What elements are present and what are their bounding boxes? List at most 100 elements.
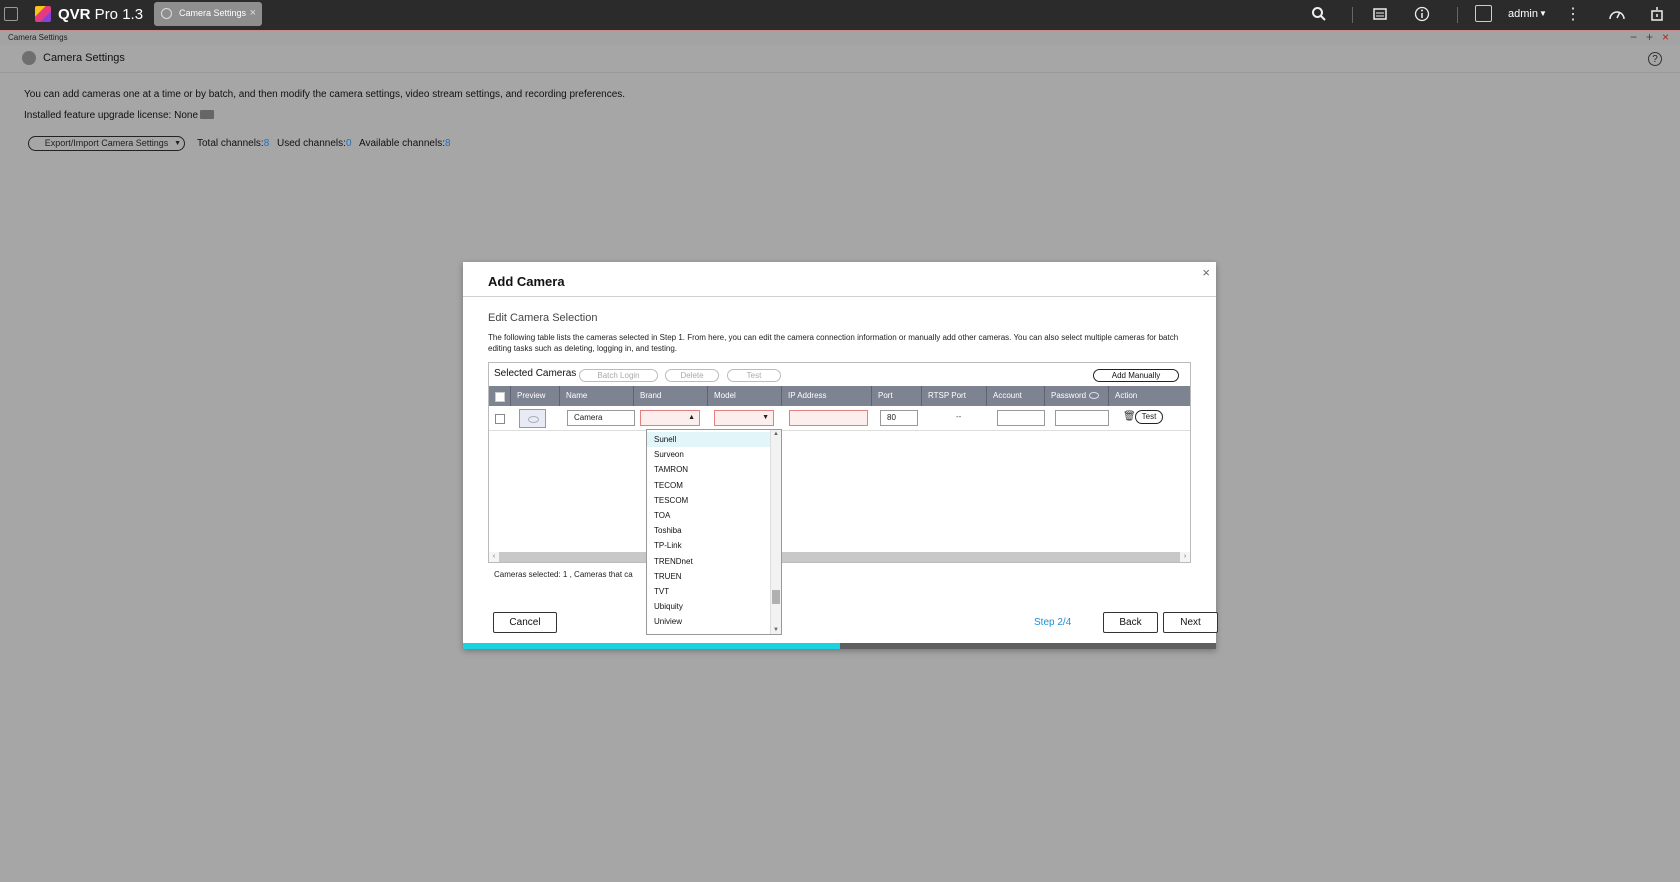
col-rtsp-port: RTSP Port (922, 386, 987, 406)
used-channels: Used channels:0 (277, 138, 352, 149)
table-row: Camera ▲ ▼ 80 -- 🗑 Test (489, 406, 1190, 431)
tab-camera-settings[interactable]: Camera Settings × (154, 2, 262, 26)
account-input[interactable] (997, 410, 1045, 426)
row-test-button[interactable]: Test (1135, 410, 1163, 424)
window-titlebar: Camera Settings − + × (0, 30, 1680, 45)
scroll-up-icon[interactable]: ▲ (771, 431, 781, 437)
brand-option[interactable]: TESCOM (647, 493, 772, 508)
cameras-selected-text: Cameras selected: 1 , Cameras that ca (494, 570, 633, 579)
total-channels: Total channels:8 (197, 138, 270, 149)
export-import-button[interactable]: Export/Import Camera Settings ▼ (28, 136, 185, 151)
cancel-button[interactable]: Cancel (493, 612, 557, 633)
scroll-down-icon[interactable]: ▼ (771, 627, 781, 633)
brand-option[interactable]: TOA (647, 508, 772, 523)
license-icon[interactable] (200, 110, 214, 119)
search-icon[interactable] (1311, 6, 1327, 27)
col-preview: Preview (511, 386, 560, 406)
close-icon[interactable]: × (1202, 265, 1210, 280)
top-bar: QVR Pro 1.3 Camera Settings × admin ▼ ⋮ (0, 0, 1680, 30)
dialog-title: Add Camera (488, 274, 565, 289)
show-password-icon[interactable] (1089, 392, 1100, 400)
vertical-scrollbar[interactable]: ▲ ▼ (770, 430, 781, 634)
col-model: Model (708, 386, 782, 406)
close-tab-icon[interactable]: × (250, 7, 256, 19)
brand-option[interactable]: TRUEN (647, 569, 772, 584)
next-button[interactable]: Next (1163, 612, 1218, 633)
test-button[interactable]: Test (727, 369, 781, 382)
intro-text: The following table lists the cameras se… (488, 333, 1179, 353)
maximize-icon[interactable]: + (1646, 31, 1653, 44)
brand-option[interactable]: Toshiba (647, 523, 772, 538)
notifications-icon[interactable] (1372, 6, 1388, 27)
col-port: Port (872, 386, 922, 406)
brand-option[interactable]: TRENDnet (647, 554, 772, 569)
port-input[interactable]: 80 (880, 410, 918, 426)
info-icon[interactable] (1414, 6, 1430, 27)
password-input[interactable] (1055, 410, 1109, 426)
delete-button[interactable]: Delete (665, 369, 719, 382)
back-button[interactable]: Back (1103, 612, 1158, 633)
dashboard-icon[interactable] (1608, 6, 1626, 27)
page-title: Camera Settings (43, 52, 125, 64)
selected-cameras-label: Selected Cameras (494, 368, 577, 379)
brand-select[interactable]: ▲ (640, 410, 700, 426)
col-name: Name (560, 386, 634, 406)
brand-dropdown-list[interactable]: Sunell Surveon TAMRON TECOM TESCOM TOA Toshiba… (646, 429, 782, 635)
eye-icon (528, 416, 539, 423)
help-icon[interactable]: ? (1648, 52, 1662, 66)
preview-thumbnail[interactable] (519, 409, 546, 428)
trash-icon[interactable]: 🗑 (1123, 411, 1136, 422)
alarm-icon[interactable] (1649, 6, 1665, 27)
row-checkbox[interactable] (495, 414, 505, 424)
more-icon[interactable]: ⋮ (1565, 6, 1581, 24)
select-all-checkbox[interactable] (495, 392, 505, 402)
scroll-right-icon[interactable]: › (1180, 552, 1190, 562)
scrollbar-thumb[interactable] (772, 590, 780, 604)
horizontal-scrollbar[interactable]: ‹ › (489, 552, 1190, 562)
chevron-down-icon: ▼ (762, 414, 769, 421)
col-password: Password (1045, 386, 1109, 406)
minimize-icon[interactable]: − (1630, 31, 1637, 44)
brand-option[interactable]: Sunell (647, 432, 772, 447)
camera-settings-icon (161, 8, 172, 19)
ip-address-input[interactable] (789, 410, 868, 426)
brand-option[interactable]: Ubiquity (647, 599, 772, 614)
available-channels: Available channels:8 (359, 138, 451, 149)
wizard-progress-bar (463, 643, 1216, 649)
qvr-logo-icon (35, 6, 51, 22)
menu-icon[interactable] (4, 7, 18, 21)
brand-option[interactable]: TP-Link (647, 538, 772, 553)
col-brand: Brand (634, 386, 708, 406)
progress-fill (463, 643, 840, 649)
brand-option[interactable]: TVT (647, 584, 772, 599)
scroll-left-icon[interactable]: ‹ (489, 552, 499, 562)
user-menu[interactable]: admin (1508, 8, 1538, 20)
brand-option[interactable]: Uniview (647, 614, 772, 629)
section-title: Edit Camera Selection (488, 312, 598, 324)
brand-option[interactable]: VACRON (647, 630, 772, 634)
brand-option[interactable]: TECOM (647, 478, 772, 493)
selected-cameras-panel: Selected Cameras Batch Login Delete Test… (488, 362, 1191, 563)
close-icon[interactable]: × (1662, 31, 1669, 44)
camera-name-input[interactable]: Camera (567, 410, 635, 426)
brand-option[interactable]: Surveon (647, 447, 772, 462)
col-action: Action (1115, 391, 1138, 400)
model-select[interactable]: ▼ (714, 410, 774, 426)
step-indicator: Step 2/4 (1034, 617, 1072, 628)
col-ip-address: IP Address (782, 386, 872, 406)
camera-settings-icon (22, 51, 36, 65)
chevron-down-icon: ▼ (174, 140, 181, 147)
license-label: Installed feature upgrade license: None (24, 110, 199, 121)
brand-option[interactable]: TAMRON (647, 462, 772, 477)
col-account: Account (987, 386, 1045, 406)
chevron-down-icon[interactable]: ▼ (1539, 9, 1547, 18)
chevron-up-icon: ▲ (688, 414, 695, 421)
table-header: Preview Name Brand Model IP Address Port… (489, 386, 1190, 406)
add-camera-dialog: Add Camera × Edit Camera Selection The f… (463, 262, 1218, 649)
batch-login-button[interactable]: Batch Login (579, 369, 658, 382)
window-header: Camera Settings ? (0, 45, 1680, 73)
add-manually-button[interactable]: Add Manually (1093, 369, 1179, 382)
page-description: You can add cameras one at a time or by … (24, 89, 626, 100)
rtsp-port-value: -- (956, 412, 962, 421)
user-icon[interactable] (1475, 5, 1492, 22)
